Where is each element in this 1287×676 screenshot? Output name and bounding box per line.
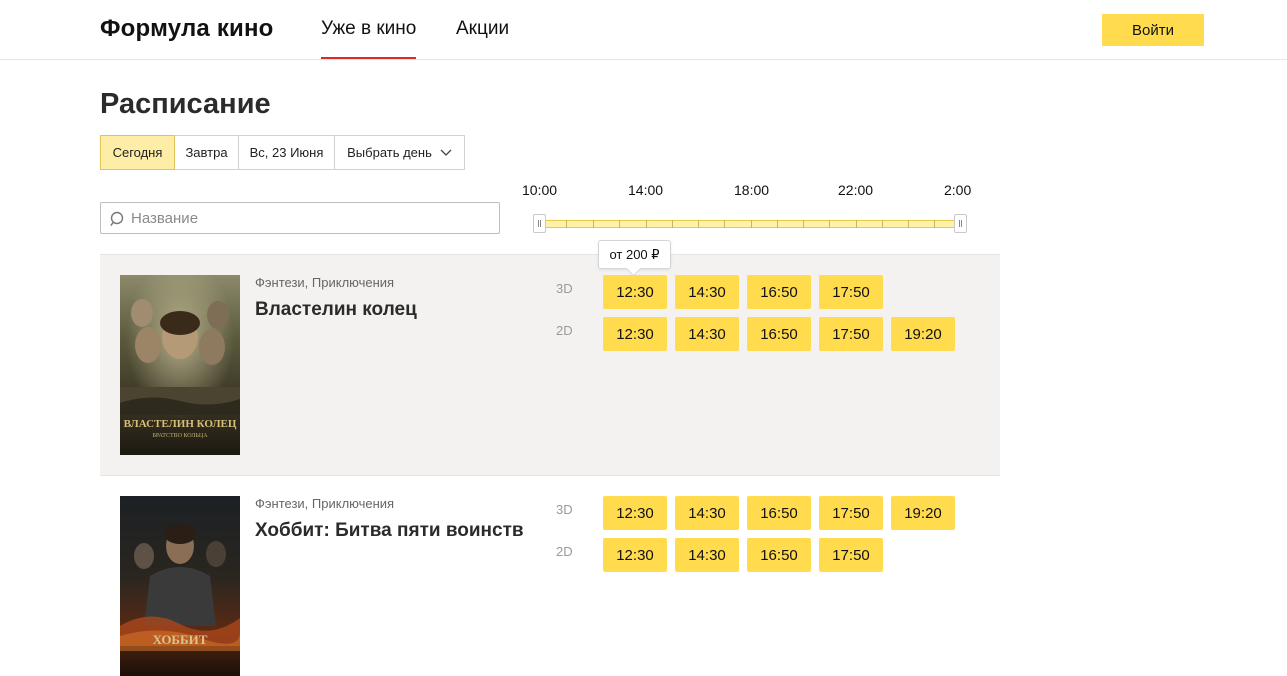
session-button[interactable]: 12:30 — [603, 496, 667, 530]
poster-subtitle-text: БРАТСТВО КОЛЬЦА — [152, 433, 208, 439]
session-button[interactable]: 12:30 — [603, 317, 667, 351]
poster-title-text: ХОББИТ — [153, 632, 208, 647]
nav-promotions[interactable]: Акции — [456, 18, 509, 40]
slider-end-handle[interactable] — [954, 214, 967, 233]
format-label-2d: 2D — [556, 323, 573, 338]
session-button[interactable]: 16:50 — [747, 538, 811, 572]
slider-tick — [566, 220, 567, 228]
slider-tick — [803, 220, 804, 228]
movie-card: ВЛАСТЕЛИН КОЛЕЦ БРАТСТВО КОЛЬЦА Фэнтези,… — [100, 254, 1000, 476]
choose-day-label: Выбрать день — [347, 145, 432, 160]
slider-tick — [724, 220, 725, 228]
time-range-slider-track[interactable] — [540, 220, 960, 228]
slider-start-handle[interactable] — [533, 214, 546, 233]
slider-tick — [829, 220, 830, 228]
time-label: 22:00 — [838, 182, 874, 198]
format-label-3d: 3D — [556, 281, 573, 296]
poster-title-text: ВЛАСТЕЛИН КОЛЕЦ — [124, 418, 237, 430]
session-button[interactable]: 12:30 — [603, 275, 667, 309]
format-label-3d: 3D — [556, 502, 573, 517]
day-tab-today[interactable]: Сегодня — [100, 135, 175, 170]
nav-now-showing[interactable]: Уже в кино — [321, 18, 417, 59]
site-logo[interactable]: Формула кино — [100, 15, 274, 43]
slider-tick — [751, 220, 752, 228]
slider-tick — [777, 220, 778, 228]
page-title: Расписание — [100, 88, 271, 120]
session-button[interactable]: 16:50 — [747, 275, 811, 309]
search-input[interactable] — [131, 203, 491, 233]
chevron-down-icon — [440, 149, 452, 156]
session-button[interactable]: 19:20 — [891, 317, 955, 351]
session-button[interactable]: 12:30 — [603, 538, 667, 572]
slider-tick — [646, 220, 647, 228]
price-tooltip: от 200 ₽ — [598, 240, 671, 269]
movie-poster[interactable]: ВЛАСТЕЛИН КОЛЕЦ БРАТСТВО КОЛЬЦА — [120, 275, 240, 455]
day-tabs: Сегодня Завтра Вс, 23 Июня Выбрать день — [100, 135, 465, 170]
time-label-start: 10:00 — [522, 182, 558, 198]
poster-image: ХОББИТ — [120, 496, 240, 676]
movie-poster[interactable]: ХОББИТ — [120, 496, 240, 676]
top-header: Формула кино Уже в кино Акции Войти — [0, 0, 1287, 60]
login-button[interactable]: Войти — [1102, 14, 1204, 46]
session-button[interactable]: 17:50 — [819, 275, 883, 309]
poster-image: ВЛАСТЕЛИН КОЛЕЦ БРАТСТВО КОЛЬЦА — [120, 275, 240, 455]
session-button[interactable]: 17:50 — [819, 496, 883, 530]
time-label-end: 2:00 — [944, 182, 972, 198]
movie-title[interactable]: Хоббит: Битва пяти воинств — [255, 520, 524, 542]
day-tab-sunday[interactable]: Вс, 23 Июня — [239, 135, 335, 170]
slider-tick — [856, 220, 857, 228]
movie-title[interactable]: Властелин колец — [255, 299, 417, 321]
search-icon — [110, 211, 124, 227]
session-button[interactable]: 14:30 — [675, 317, 739, 351]
time-label: 18:00 — [734, 182, 770, 198]
session-button[interactable]: 14:30 — [675, 538, 739, 572]
session-button[interactable]: 16:50 — [747, 317, 811, 351]
slider-tick — [908, 220, 909, 228]
slider-tick — [672, 220, 673, 228]
session-button[interactable]: 17:50 — [819, 538, 883, 572]
movie-genre: Фэнтези, Приключения — [255, 496, 395, 511]
slider-tick — [619, 220, 620, 228]
format-label-2d: 2D — [556, 544, 573, 559]
slider-tick — [698, 220, 699, 228]
choose-day-dropdown[interactable]: Выбрать день — [335, 135, 465, 170]
movie-card: ХОББИТ Фэнтези, Приключения Хоббит: Битв… — [100, 476, 1000, 676]
movie-genre: Фэнтези, Приключения — [255, 275, 395, 290]
time-label: 14:00 — [628, 182, 664, 198]
search-box — [100, 202, 500, 234]
session-button[interactable]: 19:20 — [891, 496, 955, 530]
session-button[interactable]: 17:50 — [819, 317, 883, 351]
slider-tick — [882, 220, 883, 228]
session-button[interactable]: 14:30 — [675, 275, 739, 309]
slider-tick — [593, 220, 594, 228]
day-tab-tomorrow[interactable]: Завтра — [175, 135, 239, 170]
session-button[interactable]: 16:50 — [747, 496, 811, 530]
slider-tick — [934, 220, 935, 228]
session-button[interactable]: 14:30 — [675, 496, 739, 530]
